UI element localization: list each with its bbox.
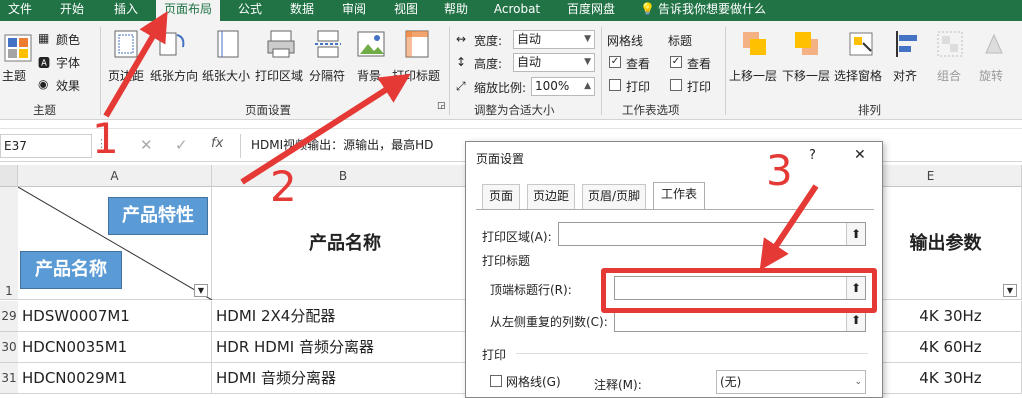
annotation-number-2: 2 (270, 162, 297, 211)
annotation-number-1: 1 (92, 114, 119, 163)
annotation-number-3: 3 (766, 146, 793, 195)
annotation-arrows (103, 11, 819, 271)
